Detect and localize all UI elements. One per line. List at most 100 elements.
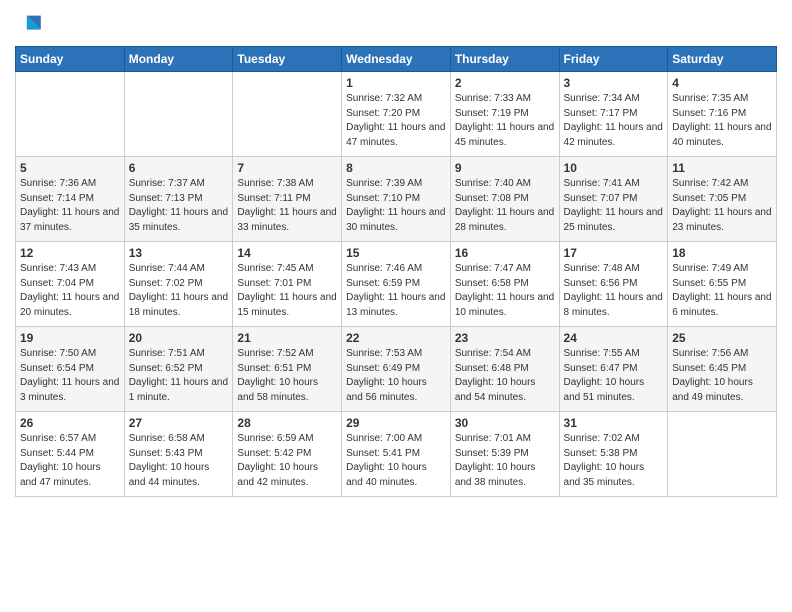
day-info: Sunrise: 7:51 AM Sunset: 6:52 PM Dayligh… [129, 347, 229, 405]
day-info: Sunrise: 7:33 AM Sunset: 7:19 PM Dayligh… [455, 92, 555, 150]
calendar-table: SundayMondayTuesdayWednesdayThursdayFrid… [15, 46, 777, 497]
calendar-cell: 2 Sunrise: 7:33 AM Sunset: 7:19 PM Daylig… [450, 72, 559, 157]
calendar-cell: 12 Sunrise: 7:43 AM Sunset: 7:04 PM Dayli… [16, 242, 125, 327]
day-info: Sunrise: 7:46 AM Sunset: 6:59 PM Dayligh… [346, 262, 446, 320]
day-number: 15 [346, 246, 446, 260]
calendar-cell: 28Sunrise: 6:59 AM Sunset: 5:42 PM Dayli… [233, 412, 342, 497]
calendar-cell: 18 Sunrise: 7:49 AM Sunset: 6:55 PM Dayli… [668, 242, 777, 327]
calendar-week-row: 5 Sunrise: 7:36 AM Sunset: 7:14 PM Daylig… [16, 157, 777, 242]
day-info: Sunrise: 7:54 AM Sunset: 6:48 PM Dayligh… [455, 347, 555, 405]
day-info: Sunrise: 7:45 AM Sunset: 7:01 PM Dayligh… [237, 262, 337, 320]
calendar-cell: 8Sunrise: 7:39 AM Sunset: 7:10 PM Daylig… [342, 157, 451, 242]
calendar-cell: 21 Sunrise: 7:52 AM Sunset: 6:51 PM Dayli… [233, 327, 342, 412]
calendar-cell: 20 Sunrise: 7:51 AM Sunset: 6:52 PM Dayli… [124, 327, 233, 412]
calendar-cell: 19 Sunrise: 7:50 AM Sunset: 6:54 PM Dayli… [16, 327, 125, 412]
calendar-cell: 3Sunrise: 7:34 AM Sunset: 7:17 PM Daylig… [559, 72, 668, 157]
weekday-header-cell: Tuesday [233, 47, 342, 72]
calendar-cell: 23 Sunrise: 7:54 AM Sunset: 6:48 PM Dayli… [450, 327, 559, 412]
calendar-cell [668, 412, 777, 497]
day-number: 14 [237, 246, 337, 260]
day-info: Sunrise: 7:43 AM Sunset: 7:04 PM Dayligh… [20, 262, 120, 320]
calendar-cell: 29 Sunrise: 7:00 AM Sunset: 5:41 PM Dayli… [342, 412, 451, 497]
calendar-cell: 14 Sunrise: 7:45 AM Sunset: 7:01 PM Dayli… [233, 242, 342, 327]
day-info: Sunrise: 7:34 AM Sunset: 7:17 PM Dayligh… [564, 92, 664, 150]
calendar-cell: 17 Sunrise: 7:48 AM Sunset: 6:56 PM Dayli… [559, 242, 668, 327]
day-info: Sunrise: 7:47 AM Sunset: 6:58 PM Dayligh… [455, 262, 555, 320]
day-info: Sunrise: 7:00 AM Sunset: 5:41 PM Dayligh… [346, 432, 446, 490]
day-number: 19 [20, 331, 120, 345]
day-number: 12 [20, 246, 120, 260]
day-number: 27 [129, 416, 229, 430]
calendar-cell: 9Sunrise: 7:40 AM Sunset: 7:08 PM Daylig… [450, 157, 559, 242]
day-number: 21 [237, 331, 337, 345]
day-number: 7 [237, 161, 337, 175]
day-info: Sunrise: 7:48 AM Sunset: 6:56 PM Dayligh… [564, 262, 664, 320]
day-number: 8 [346, 161, 446, 175]
day-info: Sunrise: 7:55 AM Sunset: 6:47 PM Dayligh… [564, 347, 664, 405]
calendar-week-row: 12 Sunrise: 7:43 AM Sunset: 7:04 PM Dayli… [16, 242, 777, 327]
day-number: 6 [129, 161, 229, 175]
main-container: SundayMondayTuesdayWednesdayThursdayFrid… [0, 0, 792, 512]
day-info: Sunrise: 7:36 AM Sunset: 7:14 PM Dayligh… [20, 177, 120, 235]
day-info: Sunrise: 7:35 AM Sunset: 7:16 PM Dayligh… [672, 92, 772, 150]
day-number: 10 [564, 161, 664, 175]
calendar-cell: 26Sunrise: 6:57 AM Sunset: 5:44 PM Dayli… [16, 412, 125, 497]
calendar-cell: 24 Sunrise: 7:55 AM Sunset: 6:47 PM Dayli… [559, 327, 668, 412]
day-info: Sunrise: 7:53 AM Sunset: 6:49 PM Dayligh… [346, 347, 446, 405]
calendar-week-row: 19 Sunrise: 7:50 AM Sunset: 6:54 PM Dayli… [16, 327, 777, 412]
calendar-body: 1Sunrise: 7:32 AM Sunset: 7:20 PM Daylig… [16, 72, 777, 497]
weekday-header-cell: Saturday [668, 47, 777, 72]
calendar-cell: 31Sunrise: 7:02 AM Sunset: 5:38 PM Dayli… [559, 412, 668, 497]
calendar-cell: 22Sunrise: 7:53 AM Sunset: 6:49 PM Dayli… [342, 327, 451, 412]
day-number: 26 [20, 416, 120, 430]
day-info: Sunrise: 7:42 AM Sunset: 7:05 PM Dayligh… [672, 177, 772, 235]
weekday-header-cell: Monday [124, 47, 233, 72]
weekday-header-cell: Friday [559, 47, 668, 72]
day-info: Sunrise: 7:49 AM Sunset: 6:55 PM Dayligh… [672, 262, 772, 320]
calendar-cell: 5 Sunrise: 7:36 AM Sunset: 7:14 PM Daylig… [16, 157, 125, 242]
day-info: Sunrise: 7:50 AM Sunset: 6:54 PM Dayligh… [20, 347, 120, 405]
day-number: 18 [672, 246, 772, 260]
logo-icon [17, 10, 45, 38]
day-info: Sunrise: 7:56 AM Sunset: 6:45 PM Dayligh… [672, 347, 772, 405]
weekday-header-cell: Wednesday [342, 47, 451, 72]
calendar-cell: 16 Sunrise: 7:47 AM Sunset: 6:58 PM Dayli… [450, 242, 559, 327]
day-info: Sunrise: 7:44 AM Sunset: 7:02 PM Dayligh… [129, 262, 229, 320]
day-info: Sunrise: 7:01 AM Sunset: 5:39 PM Dayligh… [455, 432, 555, 490]
day-info: Sunrise: 7:38 AM Sunset: 7:11 PM Dayligh… [237, 177, 337, 235]
day-number: 25 [672, 331, 772, 345]
day-number: 2 [455, 76, 555, 90]
day-info: Sunrise: 7:32 AM Sunset: 7:20 PM Dayligh… [346, 92, 446, 150]
day-number: 20 [129, 331, 229, 345]
day-info: Sunrise: 7:02 AM Sunset: 5:38 PM Dayligh… [564, 432, 664, 490]
weekday-header-cell: Thursday [450, 47, 559, 72]
calendar-cell: 10 Sunrise: 7:41 AM Sunset: 7:07 PM Dayli… [559, 157, 668, 242]
weekday-header-cell: Sunday [16, 47, 125, 72]
calendar-cell [16, 72, 125, 157]
day-info: Sunrise: 7:52 AM Sunset: 6:51 PM Dayligh… [237, 347, 337, 405]
calendar-cell: 27Sunrise: 6:58 AM Sunset: 5:43 PM Dayli… [124, 412, 233, 497]
calendar-cell: 25 Sunrise: 7:56 AM Sunset: 6:45 PM Dayli… [668, 327, 777, 412]
calendar-cell [233, 72, 342, 157]
day-number: 16 [455, 246, 555, 260]
logo [15, 10, 45, 38]
day-number: 17 [564, 246, 664, 260]
day-info: Sunrise: 7:40 AM Sunset: 7:08 PM Dayligh… [455, 177, 555, 235]
day-number: 5 [20, 161, 120, 175]
calendar-cell: 30Sunrise: 7:01 AM Sunset: 5:39 PM Dayli… [450, 412, 559, 497]
calendar-cell [124, 72, 233, 157]
day-number: 4 [672, 76, 772, 90]
day-info: Sunrise: 7:37 AM Sunset: 7:13 PM Dayligh… [129, 177, 229, 235]
day-number: 11 [672, 161, 772, 175]
calendar-cell: 13 Sunrise: 7:44 AM Sunset: 7:02 PM Dayli… [124, 242, 233, 327]
calendar-week-row: 1Sunrise: 7:32 AM Sunset: 7:20 PM Daylig… [16, 72, 777, 157]
day-info: Sunrise: 6:59 AM Sunset: 5:42 PM Dayligh… [237, 432, 337, 490]
calendar-cell: 11 Sunrise: 7:42 AM Sunset: 7:05 PM Dayli… [668, 157, 777, 242]
day-number: 13 [129, 246, 229, 260]
header [15, 10, 777, 38]
day-number: 23 [455, 331, 555, 345]
day-info: Sunrise: 7:41 AM Sunset: 7:07 PM Dayligh… [564, 177, 664, 235]
weekday-header-row: SundayMondayTuesdayWednesdayThursdayFrid… [16, 47, 777, 72]
day-number: 24 [564, 331, 664, 345]
day-number: 29 [346, 416, 446, 430]
